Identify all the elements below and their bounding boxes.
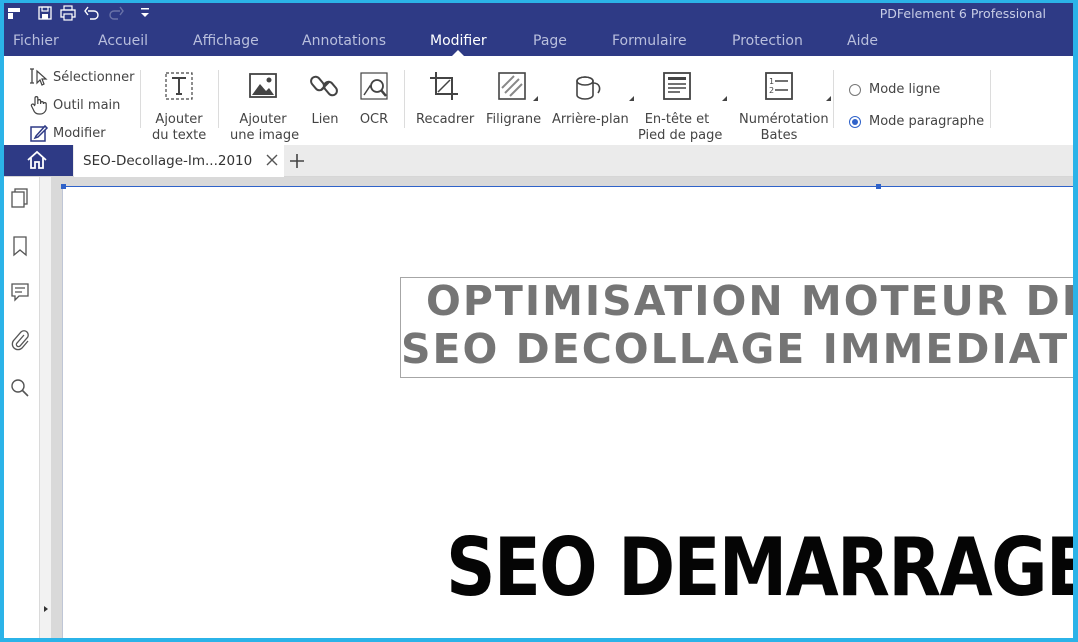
document-tab-bar: SEO-Decollage-Im...2010 bbox=[4, 145, 1073, 177]
app-title: PDFelement 6 Professional bbox=[879, 6, 1046, 21]
menu-protection[interactable]: Protection bbox=[732, 33, 803, 49]
selection-handle[interactable] bbox=[61, 184, 66, 189]
document-tab[interactable]: SEO-Decollage-Im...2010 bbox=[74, 145, 284, 177]
bates-numbering-icon: 12 bbox=[764, 71, 831, 101]
separator bbox=[404, 70, 405, 128]
separator bbox=[990, 70, 991, 128]
crop-label: Recadrer bbox=[416, 112, 475, 127]
left-side-panel bbox=[4, 177, 40, 638]
redo-icon[interactable] bbox=[108, 5, 124, 21]
svg-text:2: 2 bbox=[769, 86, 774, 95]
hand-tool-label: Outil main bbox=[53, 98, 121, 113]
add-text-icon bbox=[164, 71, 194, 101]
separator bbox=[218, 70, 219, 128]
add-text-button[interactable]: Ajouter du texte bbox=[152, 71, 206, 144]
menu-accueil[interactable]: Accueil bbox=[98, 33, 148, 49]
bates-label-2: Bates bbox=[760, 128, 798, 143]
menu-fichier[interactable]: Fichier bbox=[13, 33, 59, 49]
edit-icon bbox=[29, 123, 49, 143]
watermark-button[interactable]: Filigrane bbox=[486, 71, 542, 128]
watermark-label: Filigrane bbox=[486, 112, 542, 127]
bates-label-1: Numérotation bbox=[739, 112, 829, 127]
separator bbox=[140, 70, 141, 128]
ocr-label: OCR bbox=[359, 112, 389, 127]
save-icon[interactable] bbox=[37, 5, 53, 21]
select-tool-label: Sélectionner bbox=[53, 70, 135, 85]
document-heading[interactable]: SEO DEMARRAGE I bbox=[446, 521, 1073, 614]
bookmark-icon[interactable] bbox=[9, 235, 31, 257]
app-window: PDFelement 6 Professional Fichier Accuei… bbox=[4, 3, 1073, 638]
app-logo-icon[interactable] bbox=[7, 5, 23, 21]
comment-icon[interactable] bbox=[9, 281, 31, 303]
background-button[interactable]: Arrière-plan bbox=[552, 71, 634, 128]
watermark-icon bbox=[497, 71, 538, 101]
bates-numbering-button[interactable]: 12 Numérotation Bates bbox=[739, 71, 831, 144]
search-icon[interactable] bbox=[9, 377, 31, 399]
customize-icon[interactable] bbox=[137, 5, 153, 21]
pdf-page[interactable]: OPTIMISATION MOTEUR DE R SEO DECOLLAGE I… bbox=[61, 184, 1073, 638]
ocr-button[interactable]: OCR bbox=[359, 71, 389, 128]
add-image-label-1: Ajouter bbox=[239, 112, 287, 127]
select-cursor-icon bbox=[29, 67, 49, 87]
menu-bar: Fichier Accueil Affichage Annotations Mo… bbox=[4, 25, 1073, 56]
menu-page[interactable]: Page bbox=[533, 33, 567, 49]
menu-modifier[interactable]: Modifier bbox=[430, 33, 487, 49]
selection-border bbox=[63, 186, 1073, 187]
mode-line-label: Mode ligne bbox=[869, 82, 941, 97]
thumbnails-icon[interactable] bbox=[9, 187, 31, 209]
attachment-icon[interactable] bbox=[9, 329, 31, 351]
selection-handle[interactable] bbox=[876, 184, 881, 189]
header-footer-label-1: En-tête et bbox=[644, 112, 710, 127]
title-line-2: SEO DECOLLAGE IMMEDIAT - E bbox=[401, 325, 1073, 373]
mode-paragraph-radio-circle[interactable] bbox=[849, 116, 861, 128]
home-icon bbox=[27, 150, 47, 169]
text-block[interactable]: OPTIMISATION MOTEUR DE R SEO DECOLLAGE I… bbox=[400, 277, 1073, 378]
mode-paragraph-label: Mode paragraphe bbox=[869, 114, 985, 129]
ocr-icon bbox=[359, 71, 389, 101]
undo-icon[interactable] bbox=[84, 5, 100, 21]
document-view[interactable]: OPTIMISATION MOTEUR DE R SEO DECOLLAGE I… bbox=[51, 177, 1073, 638]
header-footer-icon bbox=[662, 71, 727, 101]
ribbon-toolbar: Sélectionner Outil main Modifier Ajouter… bbox=[4, 56, 1073, 146]
add-image-button[interactable]: Ajouter une image bbox=[230, 71, 300, 144]
close-tab-icon[interactable] bbox=[264, 152, 280, 168]
print-icon[interactable] bbox=[60, 5, 76, 21]
title-bar: PDFelement 6 Professional bbox=[4, 3, 1073, 25]
link-icon bbox=[310, 71, 340, 101]
edit-tool-label: Modifier bbox=[53, 126, 106, 141]
mode-line-radio-circle[interactable] bbox=[849, 84, 861, 96]
document-tab-title: SEO-Decollage-Im...2010 bbox=[83, 153, 253, 169]
crop-icon bbox=[429, 71, 459, 101]
crop-button[interactable]: Recadrer bbox=[416, 71, 475, 128]
expand-panel-icon[interactable] bbox=[42, 605, 50, 613]
add-text-label-1: Ajouter bbox=[155, 112, 203, 127]
menu-formulaire[interactable]: Formulaire bbox=[612, 33, 687, 49]
title-line-1: OPTIMISATION MOTEUR DE R bbox=[426, 277, 1073, 325]
menu-affichage[interactable]: Affichage bbox=[193, 33, 259, 49]
panel-collapse-strip[interactable] bbox=[40, 177, 51, 638]
header-footer-button[interactable]: En-tête et Pied de page bbox=[638, 71, 727, 144]
separator bbox=[833, 70, 834, 128]
header-footer-label-2: Pied de page bbox=[638, 128, 723, 143]
hand-icon bbox=[29, 95, 49, 115]
paint-bucket-icon bbox=[573, 71, 634, 101]
link-button[interactable]: Lien bbox=[310, 71, 340, 128]
add-text-label-2: du texte bbox=[152, 128, 207, 143]
background-label: Arrière-plan bbox=[552, 112, 629, 127]
menu-annotations[interactable]: Annotations bbox=[302, 33, 386, 49]
home-tab[interactable] bbox=[4, 145, 73, 176]
menu-aide[interactable]: Aide bbox=[847, 33, 878, 49]
new-tab-icon[interactable] bbox=[288, 152, 306, 170]
add-image-label-2: une image bbox=[230, 128, 300, 143]
svg-text:1: 1 bbox=[769, 77, 774, 86]
image-icon bbox=[248, 71, 278, 101]
link-label: Lien bbox=[311, 112, 339, 127]
